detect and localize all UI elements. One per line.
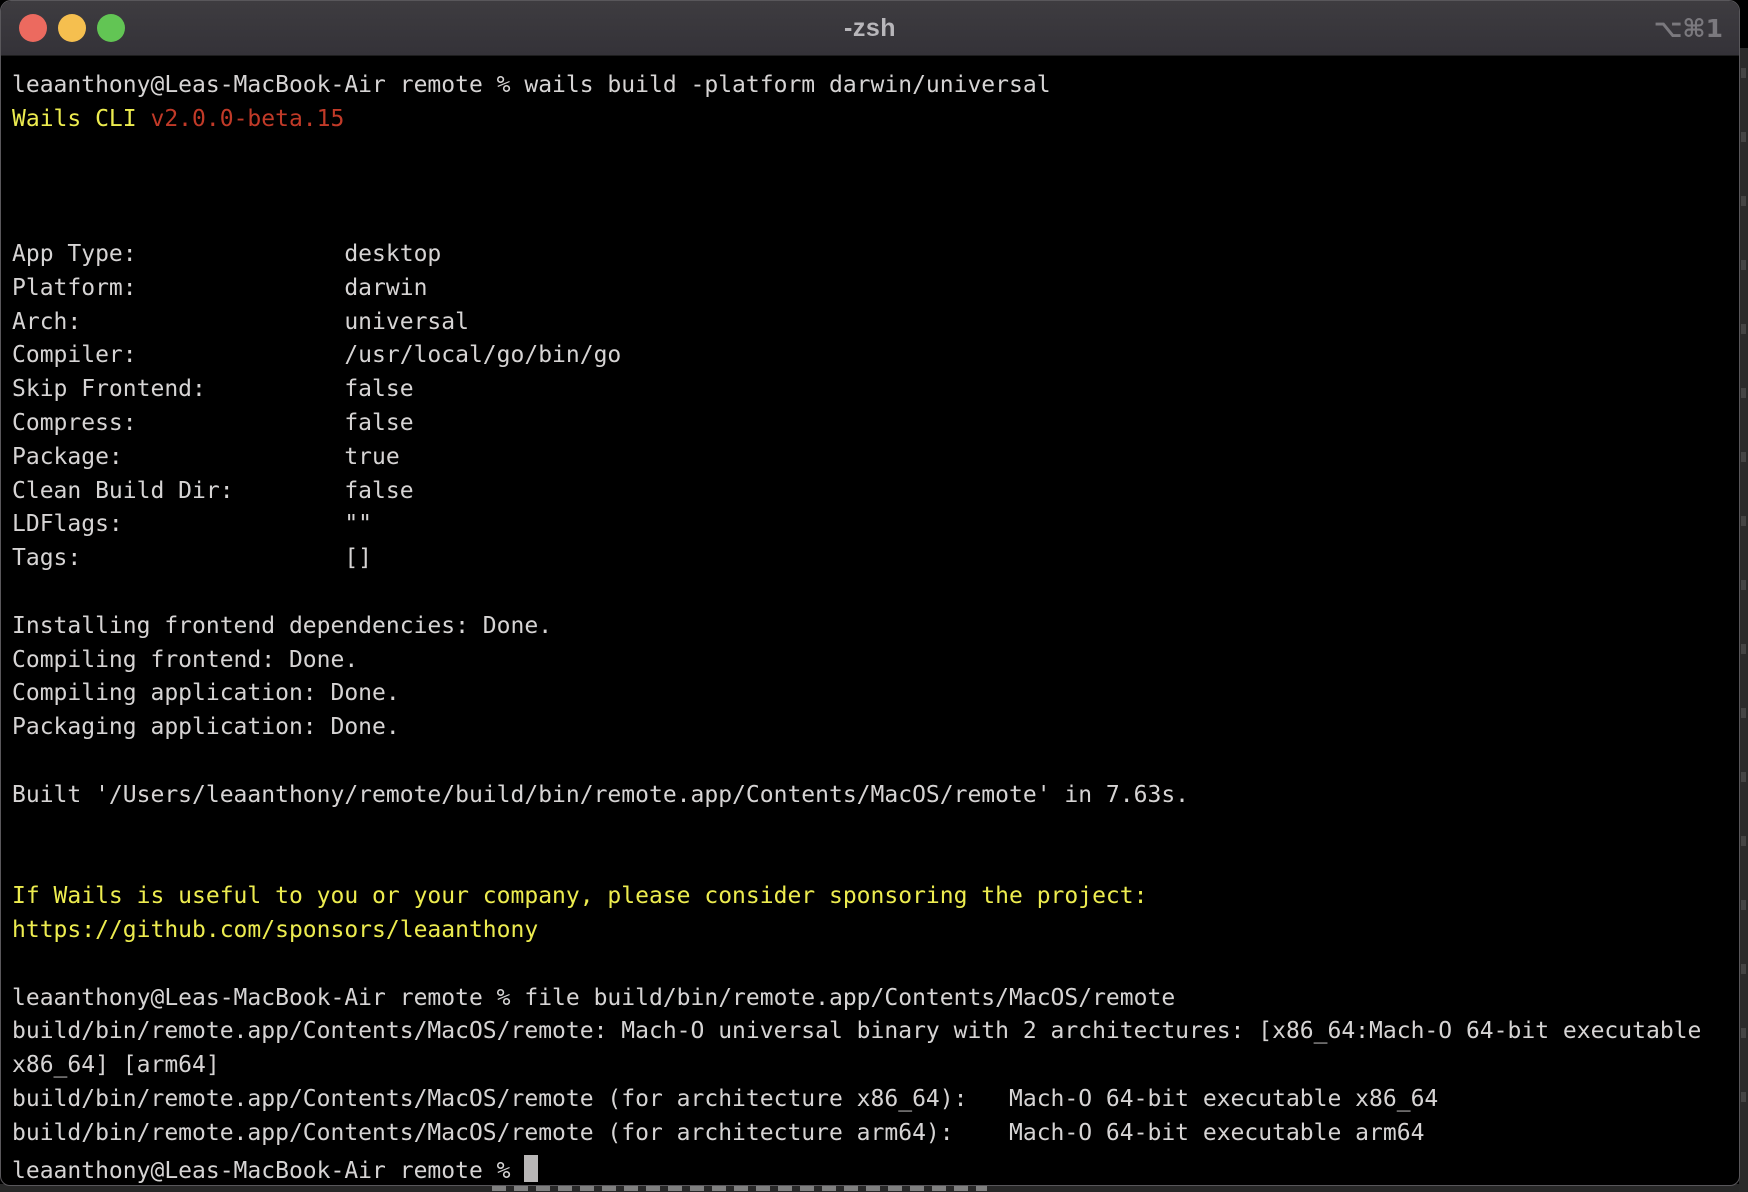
blank-line xyxy=(12,137,1739,171)
terminal-text-segment: Compress: false xyxy=(12,410,414,436)
sponsor-url-line: https://github.com/sponsors/leaanthony xyxy=(12,914,1739,948)
terminal-window: -zsh ⌥⌘1 leaanthony@Leas-MacBook-Air rem… xyxy=(0,0,1740,1186)
terminal-text-segment: If Wails is useful to you or your compan… xyxy=(12,883,1147,909)
desktop: -zsh ⌥⌘1 leaanthony@Leas-MacBook-Air rem… xyxy=(0,0,1748,1192)
background-window-right-sliver xyxy=(1739,48,1748,1192)
status-line-package: Packaging application: Done. xyxy=(12,711,1739,745)
terminal-text-segment: Packaging application: Done. xyxy=(12,714,400,740)
terminal-text-segment: Package: true xyxy=(12,444,400,470)
terminal-text-segment: build/bin/remote.app/Contents/MacOS/remo… xyxy=(12,1120,1424,1146)
status-line-compile: Compiling application: Done. xyxy=(12,677,1739,711)
status-line-deps: Installing frontend dependencies: Done. xyxy=(12,610,1739,644)
terminal-text-segment: Compiler: /usr/local/go/bin/go xyxy=(12,342,621,368)
terminal-text-segment: x86_64] [arm64] xyxy=(12,1052,220,1078)
terminal-text-segment: leaanthony@Leas-MacBook-Air remote % xyxy=(12,1158,524,1184)
file-command-line: leaanthony@Leas-MacBook-Air remote % fil… xyxy=(12,982,1739,1016)
prompt-line: leaanthony@Leas-MacBook-Air remote % xyxy=(12,1151,1739,1185)
file-output-line: build/bin/remote.app/Contents/MacOS/remo… xyxy=(12,1015,1739,1049)
terminal-text-segment: https://github.com/sponsors/leaanthony xyxy=(12,917,538,943)
terminal-text-segment: Clean Build Dir: false xyxy=(12,478,414,504)
terminal-text-segment: leaanthony@Leas-MacBook-Air remote % wai… xyxy=(12,72,1051,98)
blank-line xyxy=(12,204,1739,238)
status-line-frontend: Compiling frontend: Done. xyxy=(12,644,1739,678)
file-output-arm-line: build/bin/remote.app/Contents/MacOS/remo… xyxy=(12,1117,1739,1151)
file-output-wrap-line: x86_64] [arm64] xyxy=(12,1049,1739,1083)
prompt-command-line: leaanthony@Leas-MacBook-Air remote % wai… xyxy=(12,69,1739,103)
blank-line xyxy=(12,813,1739,847)
terminal-text-segment: leaanthony@Leas-MacBook-Air remote % fil… xyxy=(12,985,1175,1011)
terminal-text-segment: Compiling frontend: Done. xyxy=(12,647,358,673)
terminal-text-segment: build/bin/remote.app/Contents/MacOS/remo… xyxy=(12,1018,1715,1044)
config-line-compress: Compress: false xyxy=(12,407,1739,441)
config-line-ldflags: LDFlags: "" xyxy=(12,508,1739,542)
terminal-text-segment: Installing frontend dependencies: Done. xyxy=(12,613,552,639)
blank-line xyxy=(12,948,1739,982)
file-output-x86-line: build/bin/remote.app/Contents/MacOS/remo… xyxy=(12,1083,1739,1117)
terminal-screen[interactable]: leaanthony@Leas-MacBook-Air remote % wai… xyxy=(1,56,1739,1184)
background-window-text-fragment xyxy=(1741,68,1746,1118)
blank-line xyxy=(12,170,1739,204)
blank-line xyxy=(12,576,1739,610)
config-line-app-type: App Type: desktop xyxy=(12,238,1739,272)
terminal-text-segment: Compiling application: Done. xyxy=(12,680,400,706)
terminal-text-segment: Arch: universal xyxy=(12,309,469,335)
config-line-arch: Arch: universal xyxy=(12,306,1739,340)
terminal-text-segment: v2.0.0-beta.15 xyxy=(150,106,344,132)
terminal-text-segment: build/bin/remote.app/Contents/MacOS/remo… xyxy=(12,1086,1438,1112)
config-line-package: Package: true xyxy=(12,441,1739,475)
version-line: Wails CLI v2.0.0-beta.15 xyxy=(12,103,1739,137)
window-title: -zsh xyxy=(1,1,1739,55)
sponsor-line: If Wails is useful to you or your compan… xyxy=(12,880,1739,914)
terminal-cursor xyxy=(524,1155,538,1182)
config-line-clean-build: Clean Build Dir: false xyxy=(12,475,1739,509)
blank-line xyxy=(12,846,1739,880)
window-shortcut-badge: ⌥⌘1 xyxy=(1654,1,1723,55)
config-line-tags: Tags: [] xyxy=(12,542,1739,576)
built-line: Built '/Users/leaanthony/remote/build/bi… xyxy=(12,779,1739,813)
terminal-text-segment: App Type: desktop xyxy=(12,241,441,267)
terminal-text-segment: Platform: darwin xyxy=(12,275,427,301)
blank-line xyxy=(12,745,1739,779)
terminal-text-segment: Skip Frontend: false xyxy=(12,376,414,402)
terminal-text-segment: Wails CLI xyxy=(12,106,150,132)
terminal-text-segment: Tags: [] xyxy=(12,545,372,571)
terminal-text-segment: LDFlags: "" xyxy=(12,511,372,537)
config-line-skip-frontend: Skip Frontend: false xyxy=(12,373,1739,407)
config-line-platform: Platform: darwin xyxy=(12,272,1739,306)
config-line-compiler: Compiler: /usr/local/go/bin/go xyxy=(12,339,1739,373)
title-bar[interactable]: -zsh ⌥⌘1 xyxy=(1,1,1739,56)
terminal-text-segment: Built '/Users/leaanthony/remote/build/bi… xyxy=(12,782,1189,808)
